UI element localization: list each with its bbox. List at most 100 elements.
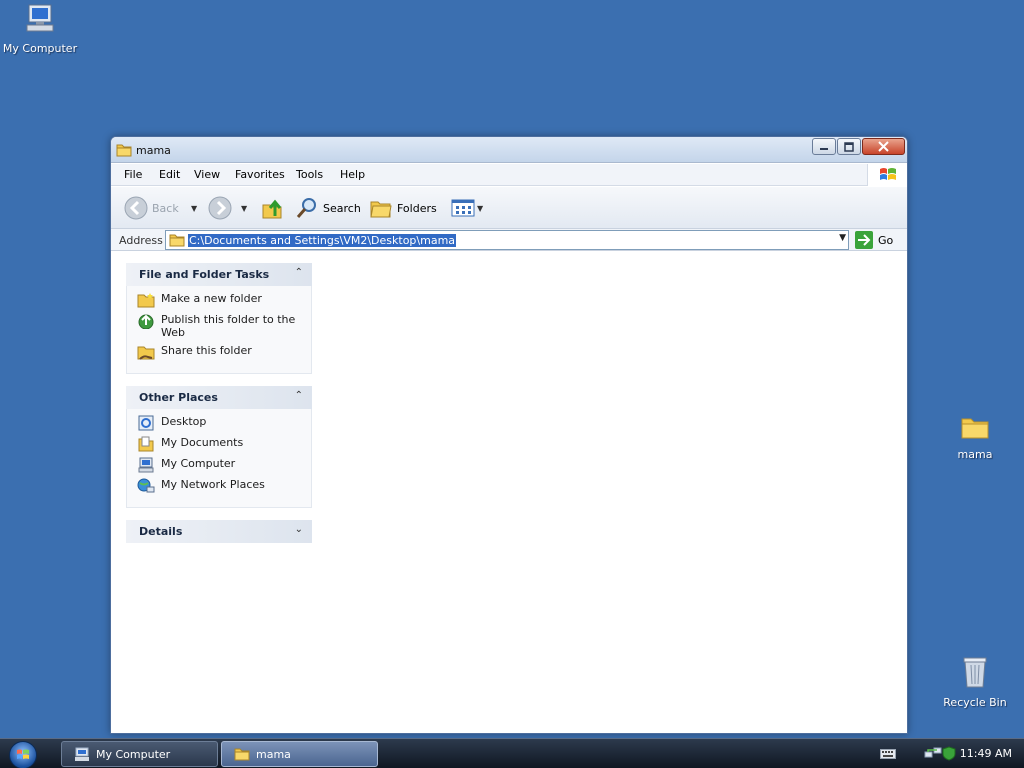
maximize-icon (844, 141, 854, 152)
taskbar-button-my-computer[interactable]: My Computer (61, 741, 218, 767)
menu-favorites[interactable]: Favorites (235, 168, 285, 181)
folder-icon (933, 413, 1017, 444)
minimize-icon (820, 147, 828, 150)
desktop-icon-recycle-bin[interactable]: Recycle Bin (933, 655, 1017, 709)
panel-title: File and Folder Tasks (139, 268, 270, 281)
task-label: Publish this folder to the Web (161, 313, 296, 339)
panel-header[interactable]: Details ⌄ (126, 520, 312, 543)
task-label: Make a new folder (161, 292, 262, 305)
menu-tools[interactable]: Tools (296, 168, 323, 181)
back-arrow-icon (124, 196, 148, 220)
up-folder-icon (262, 199, 282, 219)
place-desktop[interactable]: Desktop (137, 415, 311, 431)
title-bar[interactable]: mama (111, 137, 907, 163)
menu-help[interactable]: Help (340, 168, 365, 181)
forward-arrow-icon (208, 196, 232, 220)
go-arrow-icon (855, 231, 873, 249)
toolbar: Back ▼ ▼ Search Folders ▼ (111, 187, 907, 229)
new-folder-icon (137, 293, 155, 308)
menu-edit[interactable]: Edit (159, 168, 180, 181)
details-panel: Details ⌄ (126, 520, 312, 543)
go-label: Go (878, 233, 894, 247)
address-label: Address (119, 234, 163, 247)
go-button[interactable]: Go (855, 231, 893, 249)
network-icon[interactable] (924, 746, 942, 760)
forward-button[interactable]: ▼ (208, 187, 247, 229)
folder-icon (234, 748, 250, 761)
place-my-computer[interactable]: My Computer (137, 457, 311, 473)
panel-title: Details (139, 525, 183, 538)
explorer-window[interactable]: mama File Edit View Favorites Tools Help (110, 136, 908, 734)
menu-file[interactable]: File (124, 168, 142, 181)
close-button[interactable] (862, 138, 905, 155)
file-folder-tasks-panel: File and Folder Tasks ⌃ Make a new folde… (126, 263, 312, 374)
desktop-icon-mama[interactable]: mama (933, 413, 1017, 461)
collapse-icon[interactable]: ⌃ (295, 267, 303, 278)
taskbar-button-mama[interactable]: mama (221, 741, 378, 767)
place-label: My Documents (161, 436, 244, 449)
place-label: My Network Places (161, 478, 265, 491)
task-publish-to-web[interactable]: Publish this folder to the Web (137, 313, 311, 339)
views-button[interactable]: ▼ (451, 187, 483, 229)
other-places-panel: Other Places ⌃ Desktop My Documents My C… (126, 386, 312, 508)
chevron-down-icon: ▼ (241, 203, 248, 213)
collapse-icon[interactable]: ⌃ (295, 390, 303, 401)
start-button[interactable] (9, 741, 37, 768)
publish-web-icon (138, 314, 154, 329)
folders-button[interactable]: Folders (369, 187, 437, 229)
windows-logo-icon (17, 749, 29, 759)
place-label: My Computer (161, 457, 236, 470)
desktop-icon-my-computer[interactable]: My Computer (0, 3, 82, 55)
panel-header[interactable]: File and Folder Tasks ⌃ (126, 263, 312, 286)
folders-icon (370, 201, 392, 218)
system-tray: 11:49 AM (872, 739, 1024, 768)
up-folder-button[interactable] (261, 187, 285, 229)
chevron-down-icon[interactable]: ▼ (839, 233, 846, 243)
panel-header[interactable]: Other Places ⌃ (126, 386, 312, 409)
place-my-network-places[interactable]: My Network Places (137, 478, 311, 494)
address-input[interactable]: C:\Documents and Settings\VM2\Desktop\ma… (165, 230, 849, 250)
task-pane: File and Folder Tasks ⌃ Make a new folde… (126, 263, 312, 555)
my-computer-icon (138, 457, 154, 473)
back-label: Back (152, 201, 179, 215)
taskbar-button-label: My Computer (96, 747, 171, 761)
search-icon (296, 198, 316, 218)
desktop-icon (138, 415, 154, 431)
my-documents-icon (138, 436, 154, 452)
task-make-new-folder[interactable]: Make a new folder (137, 292, 311, 308)
menu-view[interactable]: View (194, 168, 220, 181)
recycle-bin-icon (933, 655, 1017, 692)
folder-icon (169, 234, 185, 250)
place-my-documents[interactable]: My Documents (137, 436, 311, 452)
folder-icon (116, 143, 132, 160)
maximize-button[interactable] (837, 138, 861, 155)
folder-content-area[interactable] (316, 252, 907, 733)
my-computer-icon (0, 3, 82, 38)
folders-label: Folders (397, 201, 437, 215)
chevron-down-icon: ▼ (191, 203, 198, 213)
window-title: mama (136, 144, 171, 157)
network-places-icon (137, 478, 155, 493)
close-icon (878, 141, 889, 152)
task-share-folder[interactable]: Share this folder (137, 344, 311, 360)
taskbar-clock[interactable]: 11:49 AM (960, 747, 1012, 760)
panel-title: Other Places (139, 391, 218, 404)
chevron-down-icon: ▼ (477, 203, 484, 213)
taskbar: My Computer mama 11:49 AM (0, 738, 1024, 768)
desktop-icon-label: Recycle Bin (943, 696, 1007, 709)
desktop-icon-label: mama (957, 448, 993, 461)
place-label: Desktop (161, 415, 207, 428)
expand-icon[interactable]: ⌄ (295, 524, 303, 535)
back-dropdown[interactable]: ▼ (187, 187, 197, 229)
taskbar-button-label: mama (256, 747, 291, 761)
minimize-button[interactable] (812, 138, 836, 155)
my-computer-icon (75, 747, 89, 761)
share-folder-icon (137, 346, 155, 360)
keyboard-icon[interactable] (880, 748, 896, 760)
search-button[interactable]: Search (295, 187, 361, 229)
address-path: C:\Documents and Settings\VM2\Desktop\ma… (188, 234, 457, 247)
security-shield-icon[interactable] (942, 746, 956, 761)
back-button[interactable]: Back (124, 187, 179, 229)
windows-logo-icon (867, 164, 907, 186)
task-label: Share this folder (161, 344, 252, 357)
